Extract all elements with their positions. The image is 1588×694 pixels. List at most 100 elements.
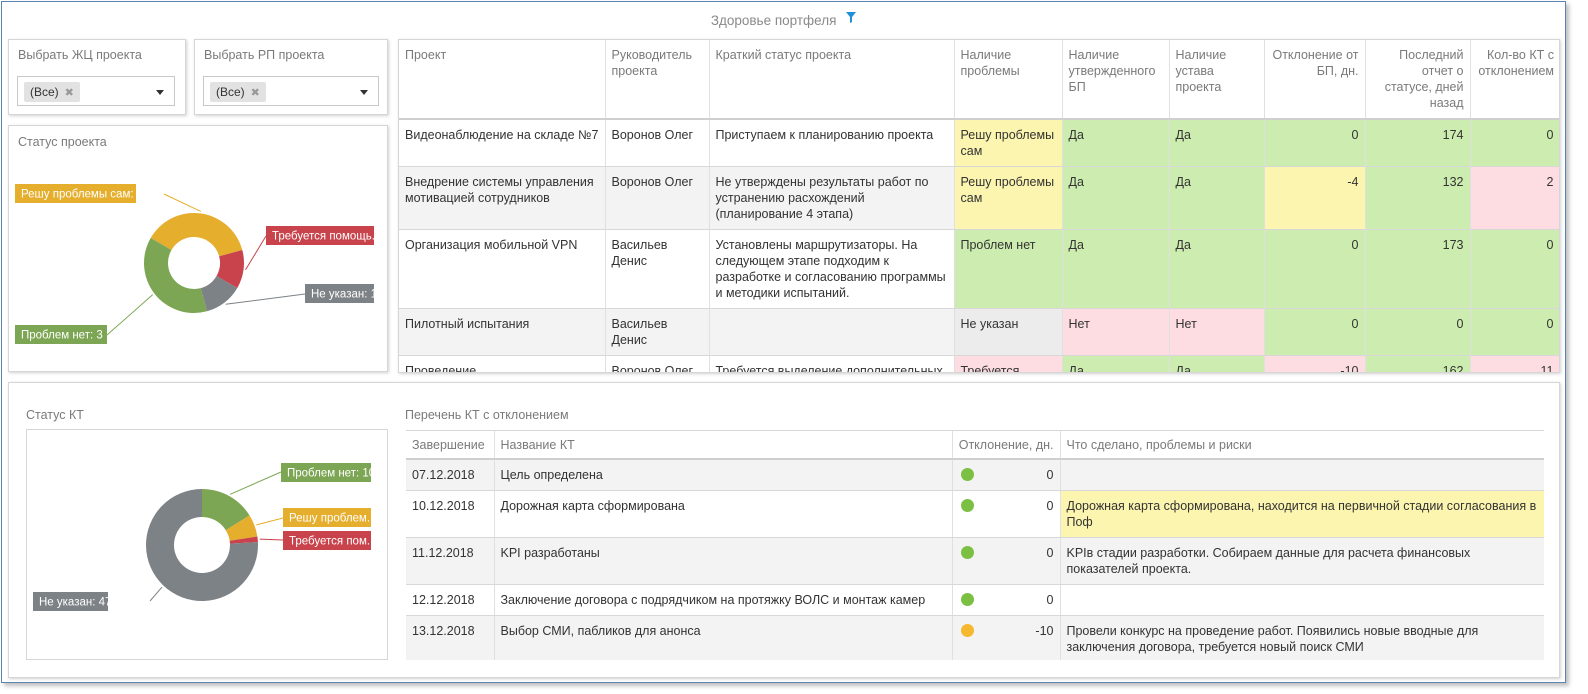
project-status-panel: Статус проекта Решу проблемы сам: 3 Требу… (8, 125, 388, 372)
project-status-donut-chart[interactable]: Решу проблемы сам: 3 Требуется помощь... Н… (9, 126, 387, 371)
project-name-cell: Проведение командообразующего мероприяти… (399, 355, 606, 372)
kt-deviation-cell: -10 (952, 615, 1061, 660)
table-row[interactable]: Пилотный испытания Васильев Денис Не ука… (399, 308, 1559, 356)
kt-table: Завершение Название КТ Отклонение, дн. Ч… (406, 431, 1544, 660)
slice-label: Требуется пом... (289, 536, 376, 548)
kt-count-cell: 0 (1470, 119, 1559, 167)
kt-deviation-value: 0 (1046, 468, 1054, 482)
kt-deviation-value: 0 (1046, 546, 1054, 560)
status-dot-icon (960, 593, 974, 606)
status-dot-icon (960, 499, 974, 512)
manager-select[interactable]: (Все) ✖ (203, 76, 379, 106)
dashboard-title: Здоровье портфеля (710, 13, 837, 28)
column-header[interactable]: Отклонение от БП, дн. (1264, 40, 1366, 120)
kt-chart-box: Проблем нет: 10 Решу проблем... Требуется … (26, 429, 388, 660)
lifecycle-filter-panel: Выбрать ЖЦ проекта (Все) ✖ (8, 39, 186, 115)
column-header[interactable]: Наличие утвержденного БП (1062, 40, 1170, 120)
kt-date-cell: 07.12.2018 (406, 459, 495, 491)
charter-cell: Да (1169, 229, 1265, 309)
kt-count-cell: 11 (1470, 355, 1559, 372)
charter-cell: Нет (1169, 308, 1265, 356)
manager-selected-tag: (Все) ✖ (210, 82, 266, 102)
kt-date-cell: 11.12.2018 (406, 537, 495, 585)
kt-note-cell: Провели конкурс на проведение работ. Поя… (1060, 615, 1544, 660)
leader-line (149, 586, 163, 602)
deviation-cell: -10 (1264, 355, 1366, 372)
slice-label: Требуется помощь... (272, 231, 381, 243)
table-row[interactable]: 13.12.2018 Выбор СМИ, пабликов для анонс… (406, 615, 1544, 660)
table-row[interactable]: 10.12.2018 Дорожная карта сформирована 0… (406, 490, 1544, 538)
slice-label: Не указан: 1 (311, 289, 377, 301)
remove-tag-icon[interactable]: ✖ (251, 87, 260, 99)
column-header[interactable]: Наличие проблемы (954, 40, 1063, 120)
column-header[interactable]: Завершение (406, 431, 495, 460)
column-header[interactable]: Название КТ (494, 431, 953, 460)
column-header[interactable]: Последний отчет о статусе, дней назад (1365, 40, 1471, 120)
column-header[interactable]: Отклонение, дн. (952, 431, 1061, 460)
project-name-cell: Организация мобильной VPN (399, 229, 606, 309)
filter-icon[interactable] (846, 11, 857, 26)
project-name-cell: Пилотный испытания (399, 308, 606, 356)
bp-cell: Да (1062, 166, 1170, 230)
table-row[interactable]: Видеонаблюдение на складе №7 Воронов Оле… (399, 119, 1559, 167)
dashboard-header: Здоровье портфеля (2, 11, 1565, 28)
table-row[interactable]: Внедрение системы управления мотивацией … (399, 166, 1559, 230)
status-cell (709, 308, 955, 356)
table-row[interactable]: Организация мобильной VPN Васильев Денис… (399, 229, 1559, 309)
charter-cell: Да (1169, 355, 1265, 372)
manager-cell: Воронов Олег (605, 166, 710, 230)
status-dot-icon (960, 624, 974, 637)
manager-cell: Васильев Денис (605, 229, 710, 309)
kt-date-cell: 13.12.2018 (406, 615, 495, 660)
leader-line (225, 293, 306, 305)
status-dot-icon (960, 468, 974, 481)
column-header[interactable]: Кол-во КТ с отклонением (1470, 40, 1559, 120)
chevron-down-icon[interactable] (360, 90, 368, 95)
kt-note-cell (1060, 459, 1544, 491)
manager-cell: Воронов Олег (605, 355, 710, 372)
column-header[interactable]: Проект (399, 40, 606, 120)
column-header[interactable]: Краткий статус проекта (709, 40, 955, 120)
deviation-cell: 0 (1264, 119, 1366, 167)
status-cell: Приступаем к планированию проекта (709, 119, 955, 167)
last-report-cell: 132 (1365, 166, 1471, 230)
table-row[interactable]: Проведение командообразующего мероприяти… (399, 355, 1559, 372)
remove-tag-icon[interactable]: ✖ (65, 87, 74, 99)
table-row[interactable]: 11.12.2018 KPI разработаны 0 KPIв стадии… (406, 537, 1544, 585)
kt-status-donut-chart[interactable]: Проблем нет: 10 Решу проблем... Требуется … (27, 430, 387, 659)
kt-deviation-value: 0 (1046, 499, 1054, 513)
manager-cell: Воронов Олег (605, 119, 710, 167)
kt-table-container[interactable]: Завершение Название КТ Отклонение, дн. Ч… (406, 430, 1544, 660)
projects-header-row: Проект Руководитель проекта Краткий стат… (399, 40, 1559, 120)
project-name-cell: Внедрение системы управления мотивацией … (399, 166, 606, 230)
charter-cell: Да (1169, 166, 1265, 230)
kt-date-cell: 10.12.2018 (406, 490, 495, 538)
last-report-cell: 0 (1365, 308, 1471, 356)
chevron-down-icon[interactable] (156, 90, 164, 95)
status-cell: Установлены маршрутизаторы. На следующем… (709, 229, 955, 309)
kt-deviation-cell: 0 (952, 537, 1061, 585)
leader-line (229, 471, 282, 495)
dashboard-frame: Здоровье портфеля Выбрать ЖЦ проекта (Вс… (1, 1, 1566, 683)
column-header[interactable]: Что сделано, проблемы и риски (1060, 431, 1544, 460)
lifecycle-select[interactable]: (Все) ✖ (17, 76, 175, 106)
donut-slice[interactable] (144, 238, 207, 313)
table-row[interactable]: 07.12.2018 Цель определена 0 (406, 459, 1544, 491)
column-header[interactable]: Руководитель проекта (605, 40, 710, 120)
project-name-cell: Видеонаблюдение на складе №7 (399, 119, 606, 167)
deviation-cell: -4 (1264, 166, 1366, 230)
leader-line (106, 294, 154, 336)
slice-label: Решу проблемы сам: 3 (21, 189, 143, 201)
kt-list-title: Перечень КТ с отклонением (405, 408, 569, 422)
status-dot-icon (960, 546, 974, 559)
charter-cell: Да (1169, 119, 1265, 167)
kt-name-cell: Выбор СМИ, пабликов для анонса (494, 615, 953, 660)
slice-label: Не указан: 47 (39, 597, 111, 609)
table-row[interactable]: 12.12.2018 Заключение договора с подрядч… (406, 584, 1544, 616)
projects-table-panel: Проект Руководитель проекта Краткий стат… (398, 39, 1560, 373)
kt-count-cell: 2 (1470, 166, 1559, 230)
kt-name-cell: KPI разработаны (494, 537, 953, 585)
column-header[interactable]: Наличие устава проекта (1169, 40, 1265, 120)
kt-name-cell: Цель определена (494, 459, 953, 491)
problem-cell: Требуется помощь (954, 355, 1063, 372)
